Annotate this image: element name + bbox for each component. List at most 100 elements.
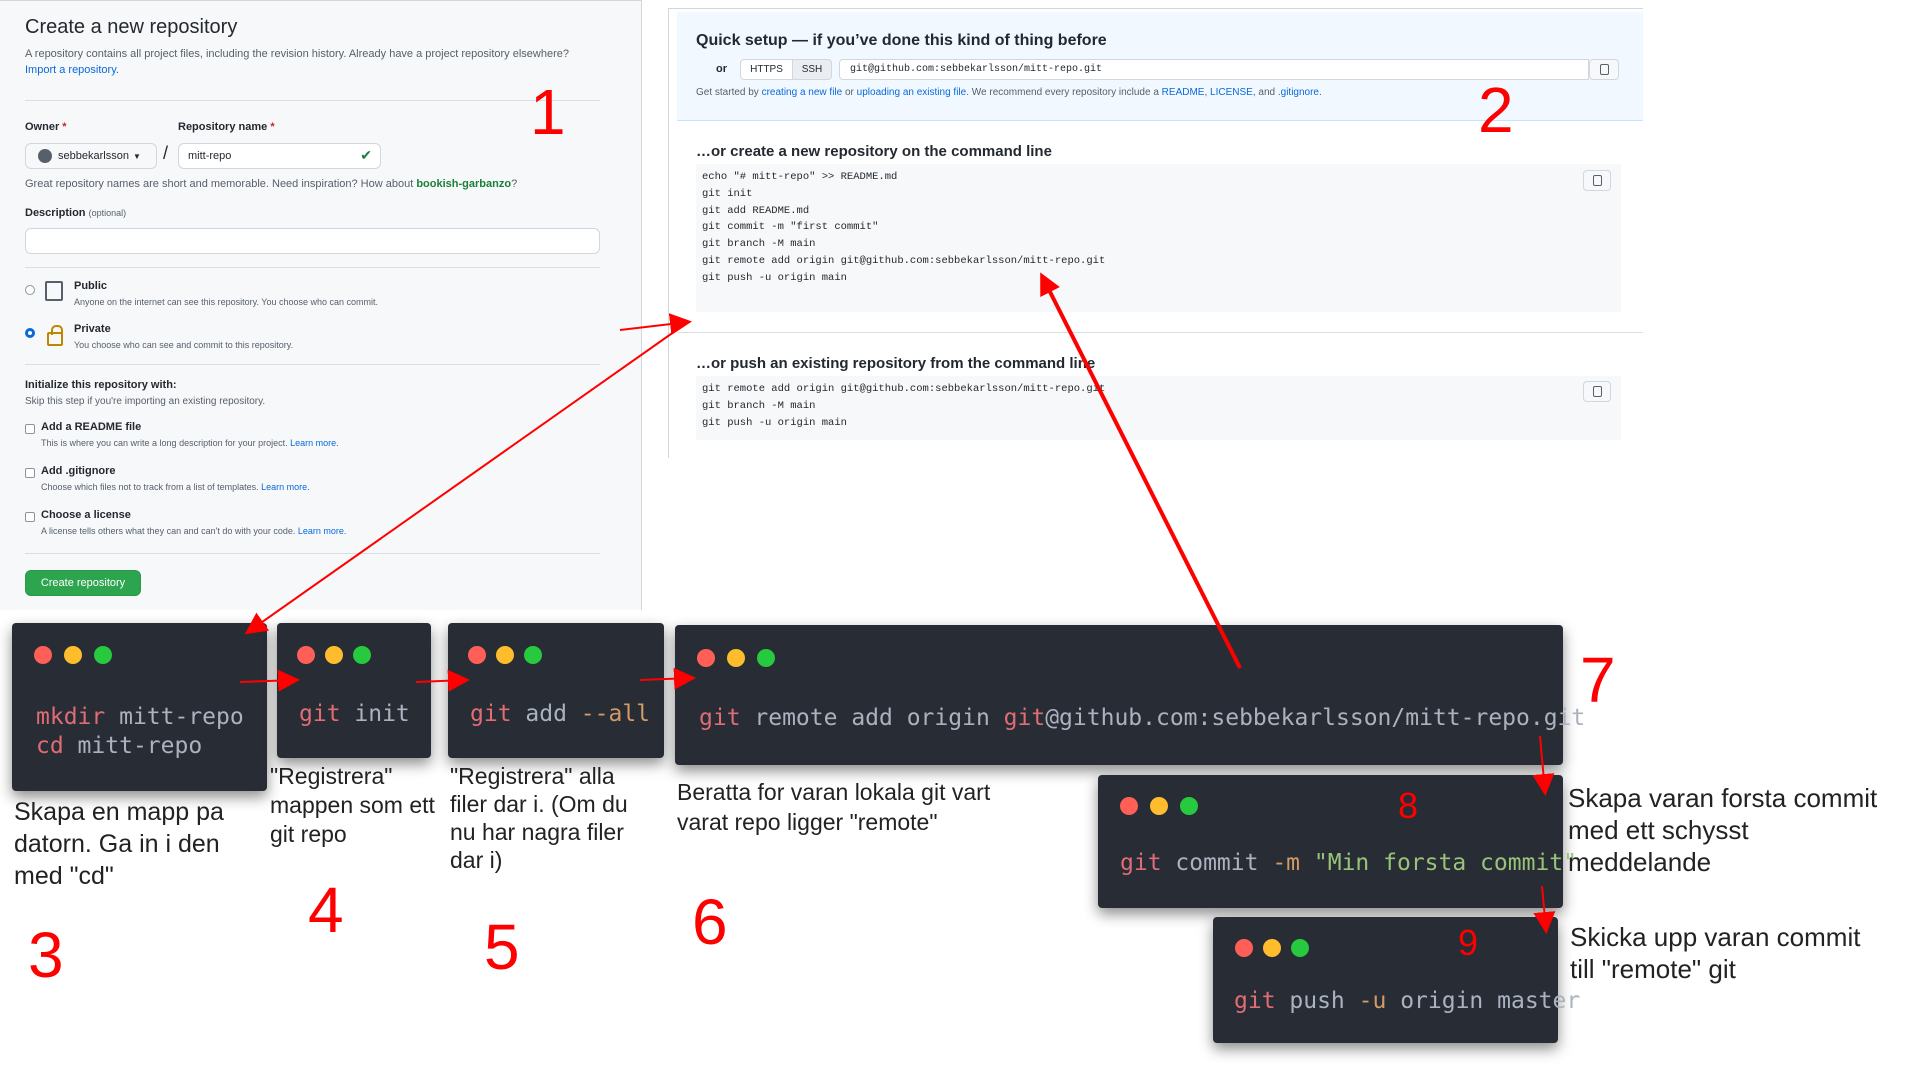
close-dot xyxy=(1235,939,1253,957)
close-dot xyxy=(468,646,486,664)
maximize-dot xyxy=(1180,797,1198,815)
maximize-dot xyxy=(757,649,775,667)
close-dot xyxy=(1120,797,1138,815)
create-repository-button[interactable]: Create repository xyxy=(25,570,141,596)
terminal-git-commit: 8 git commit -m "Min forsta commit" xyxy=(1098,775,1577,908)
step-number-9: 9 xyxy=(1458,922,1479,963)
owner-select[interactable]: sebbekarlsson ▼ xyxy=(25,143,157,169)
terminal-command: mkdir mitt-repo cd mitt-repo xyxy=(36,704,244,759)
step-number-7: 7 xyxy=(1580,644,1616,716)
gitignore-checkbox[interactable] xyxy=(25,468,35,478)
code-line: git init xyxy=(702,187,753,200)
terminal-command: git commit -m "Min forsta commit" xyxy=(1120,850,1577,876)
maximize-dot xyxy=(94,646,112,664)
check-icon: ✔ xyxy=(360,147,372,163)
public-desc: Anyone on the internet can see this repo… xyxy=(74,297,379,307)
create-cli-code: echo "# mitt-repo" >> README.md git init… xyxy=(696,164,1621,312)
code-line: git add README.md xyxy=(702,204,810,217)
private-radio[interactable] xyxy=(25,328,35,338)
caption-step-3: Skapa en mapp pa datorn. Ga in i den med "… xyxy=(14,798,224,890)
quick-setup-hint: Get started by creating a new file or up… xyxy=(696,87,1322,98)
name-suggestion-link[interactable]: bookish-garbanzo xyxy=(416,178,511,190)
owner-value: sebbekarlsson xyxy=(58,150,129,162)
license-link[interactable]: LICENSE xyxy=(1210,87,1253,98)
repo-name-input[interactable]: mitt-repo ✔ xyxy=(178,143,381,169)
code-line: git remote add origin git@github.com:seb… xyxy=(702,383,1106,395)
divider xyxy=(25,267,600,268)
step-number-8: 8 xyxy=(1398,785,1419,826)
public-title: Public xyxy=(74,280,108,292)
readme-title: Add a README file xyxy=(41,421,142,433)
or-label: or xyxy=(716,63,727,75)
step-number-1: 1 xyxy=(530,76,566,148)
caption-step-8: Skapa varan forsta commit med ett schysst… xyxy=(1568,783,1878,877)
create-new-file-link[interactable]: creating a new file xyxy=(762,87,843,98)
push-cli-code: git remote add origin git@github.com:seb… xyxy=(696,376,1621,440)
owner-repo-separator: / xyxy=(163,143,169,163)
gitignore-link[interactable]: .gitignore xyxy=(1278,87,1319,98)
license-checkbox[interactable] xyxy=(25,512,35,522)
maximize-dot xyxy=(1291,939,1309,957)
description-input[interactable] xyxy=(25,228,600,254)
terminal-command: git add --all xyxy=(470,701,651,727)
init-subtitle: Skip this step if you're importing an ex… xyxy=(25,396,266,407)
step-number-3: 3 xyxy=(28,919,64,991)
code-line: git push -u origin main xyxy=(702,416,847,429)
page-subtitle: A repository contains all project files,… xyxy=(25,48,569,76)
code-line: git push -u origin main xyxy=(702,271,847,284)
terminal-git-push: 9 git push -u origin master xyxy=(1213,917,1580,1043)
license-desc: A license tells others what they can and… xyxy=(41,526,347,536)
maximize-dot xyxy=(524,646,542,664)
readme-desc: This is where you can write a long descr… xyxy=(41,438,339,448)
public-radio[interactable] xyxy=(25,285,35,295)
minimize-dot xyxy=(1263,939,1281,957)
https-toggle[interactable]: HTTPS xyxy=(740,59,793,80)
learn-more-link[interactable]: Learn more. xyxy=(261,482,310,492)
code-line: git branch -M main xyxy=(702,238,816,251)
avatar xyxy=(38,149,52,163)
code-line: echo "# mitt-repo" >> README.md xyxy=(702,171,898,183)
lock-icon xyxy=(47,325,63,346)
clone-url-field[interactable]: git@github.com:sebbekarlsson/mitt-repo.g… xyxy=(839,59,1589,80)
minimize-dot xyxy=(727,649,745,667)
divider xyxy=(25,553,600,554)
maximize-dot xyxy=(353,646,371,664)
repo-name-label: Repository name * xyxy=(178,121,275,133)
terminal-git-init: git init xyxy=(277,623,431,758)
quick-setup-title: Quick setup — if you’ve done this kind o… xyxy=(696,32,1107,49)
step-number-4: 4 xyxy=(308,874,344,946)
divider xyxy=(677,332,1643,333)
caption-step-4: "Registrera" mappen som ett git repo xyxy=(270,763,435,847)
code-line: git commit -m "first commit" xyxy=(702,221,879,234)
minimize-dot xyxy=(1150,797,1168,815)
create-cli-title: …or create a new repository on the comma… xyxy=(696,143,1052,160)
minimize-dot xyxy=(496,646,514,664)
copy-url-button[interactable] xyxy=(1589,59,1619,80)
copy-create-button[interactable] xyxy=(1583,170,1611,191)
ssh-toggle[interactable]: SSH xyxy=(792,59,832,80)
code-line: git remote add origin git@github.com:seb… xyxy=(702,254,1106,267)
license-title: Choose a license xyxy=(41,509,131,521)
copy-push-button[interactable] xyxy=(1583,381,1611,402)
import-repository-link[interactable]: Import a repository. xyxy=(25,64,119,76)
step-number-6: 6 xyxy=(692,886,728,958)
clipboard-icon xyxy=(1592,386,1602,397)
step-number-2: 2 xyxy=(1478,74,1514,146)
terminal-git-remote: git remote add origin git@github.com:seb… xyxy=(675,625,1585,765)
readme-checkbox[interactable] xyxy=(25,424,35,434)
terminal-git-add: git add --all xyxy=(448,623,664,758)
upload-file-link[interactable]: uploading an existing file xyxy=(857,87,967,98)
caption-step-9: Skicka upp varan commit till "remote" git xyxy=(1570,922,1861,984)
step-number-5: 5 xyxy=(484,911,520,983)
close-dot xyxy=(297,646,315,664)
terminal-command: git push -u origin master xyxy=(1234,988,1581,1014)
learn-more-link[interactable]: Learn more. xyxy=(290,438,339,448)
divider xyxy=(25,100,600,101)
close-dot xyxy=(697,649,715,667)
divider xyxy=(25,364,600,365)
learn-more-link[interactable]: Learn more. xyxy=(298,526,347,536)
close-dot xyxy=(34,646,52,664)
terminal-command: git init xyxy=(299,701,410,727)
readme-link[interactable]: README xyxy=(1162,87,1205,98)
repo-icon xyxy=(45,281,63,301)
